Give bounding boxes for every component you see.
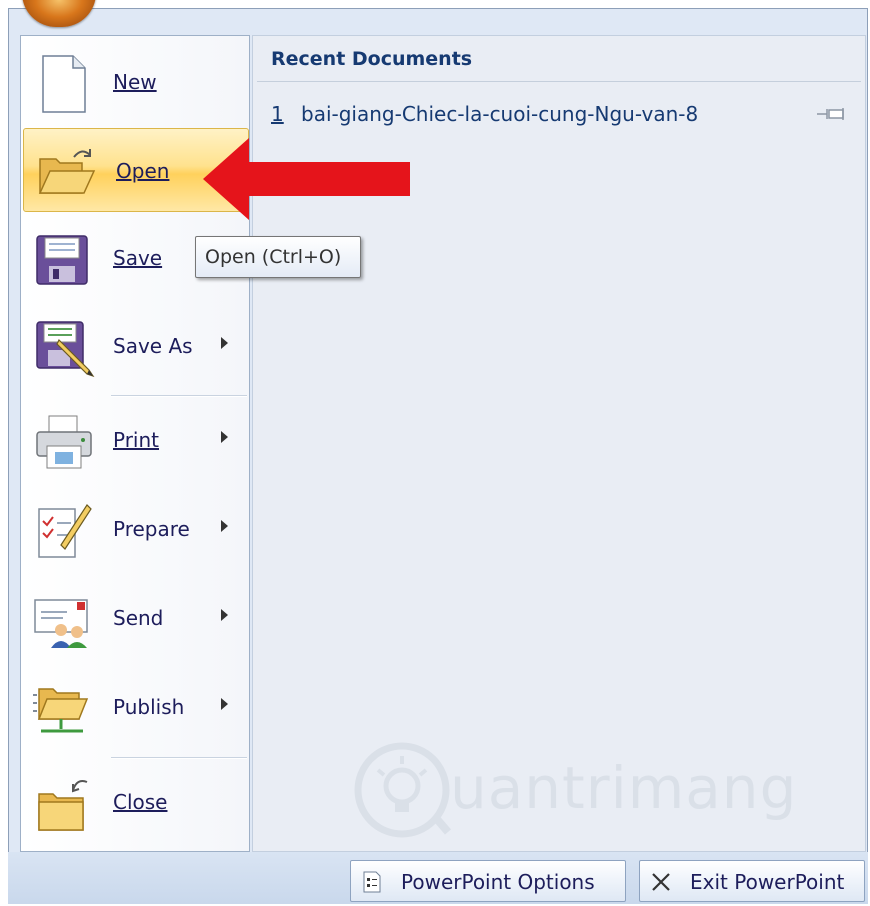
- menu-item-print[interactable]: Print: [21, 398, 249, 482]
- menu-item-label: Save As: [113, 334, 193, 358]
- recent-documents-title: Recent Documents: [271, 48, 473, 70]
- menu-item-label: Close: [113, 790, 168, 814]
- prepare-checklist-icon: [38, 504, 92, 558]
- powerpoint-options-button[interactable]: PowerPoint Options: [350, 860, 626, 902]
- powerpoint-options-label: PowerPoint Options: [401, 870, 595, 894]
- open-tooltip: Open (Ctrl+O): [195, 236, 361, 278]
- new-document-icon: [42, 55, 86, 113]
- submenu-arrow-icon: [221, 431, 228, 443]
- printer-icon: [36, 415, 92, 469]
- menu-item-label: New: [113, 70, 157, 94]
- watermark-logo: uantrimang: [352, 740, 796, 840]
- submenu-arrow-icon: [221, 609, 228, 621]
- menu-item-save-as[interactable]: Save As: [21, 304, 249, 388]
- exit-powerpoint-button[interactable]: Exit PowerPoint: [639, 860, 865, 902]
- red-arrow-annotation: [203, 138, 410, 220]
- submenu-arrow-icon: [221, 337, 228, 349]
- menu-separator: [111, 757, 247, 759]
- menu-item-send[interactable]: Send: [21, 576, 249, 660]
- close-x-icon: [652, 873, 670, 891]
- watermark-text: uantrimang: [450, 754, 798, 822]
- menu-separator: [111, 395, 247, 397]
- menu-item-label: Prepare: [113, 517, 190, 541]
- publish-folder-icon: [33, 688, 89, 733]
- recent-document-number: 1: [271, 102, 284, 126]
- menu-item-label: Open: [116, 159, 170, 183]
- floppy-disk-icon: [36, 235, 88, 285]
- menu-item-new[interactable]: New: [21, 40, 249, 124]
- menu-item-prepare[interactable]: Prepare: [21, 487, 249, 571]
- tooltip-text: Open (Ctrl+O): [205, 246, 342, 268]
- recent-divider: [257, 81, 861, 82]
- pin-icon[interactable]: [815, 106, 847, 122]
- menu-item-label: Send: [113, 606, 164, 630]
- menu-item-label: Print: [113, 428, 160, 452]
- lightbulb-icon: [354, 742, 452, 838]
- menu-item-publish[interactable]: Publish: [21, 665, 249, 749]
- submenu-arrow-icon: [221, 520, 228, 532]
- open-folder-icon: [38, 149, 96, 194]
- office-button-icon[interactable]: [22, 0, 96, 27]
- submenu-arrow-icon: [221, 698, 228, 710]
- menu-item-label: Publish: [113, 695, 185, 719]
- recent-document-item[interactable]: 1 bai-giang-Chiec-la-cuoi-cung-Ngu-van-8: [271, 102, 851, 130]
- recent-document-name: bai-giang-Chiec-la-cuoi-cung-Ngu-van-8: [301, 102, 699, 126]
- save-as-icon: [36, 321, 95, 378]
- send-email-icon: [34, 599, 88, 648]
- menu-item-close[interactable]: Close: [21, 760, 249, 844]
- menu-item-label: Save: [113, 246, 163, 270]
- options-icon: [363, 871, 381, 893]
- exit-powerpoint-label: Exit PowerPoint: [690, 870, 845, 894]
- close-folder-icon: [38, 780, 88, 831]
